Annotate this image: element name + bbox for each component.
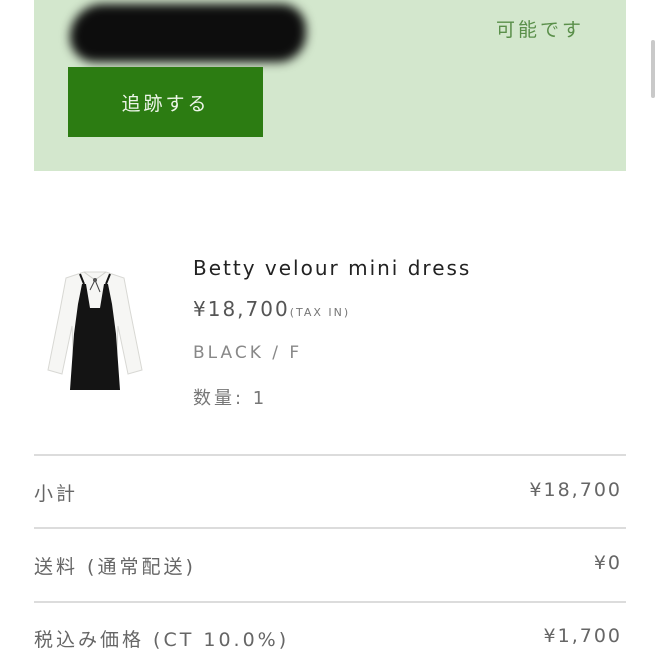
product-quantity: 数量: 1 — [193, 388, 268, 409]
product-image — [44, 270, 146, 398]
subtotal-value: ¥18,700 — [529, 479, 622, 501]
tax-value: ¥1,700 — [543, 625, 622, 647]
tax-note: (TAX IN) — [289, 306, 351, 319]
scrollbar-thumb[interactable] — [651, 40, 655, 98]
dress-illustration-icon — [47, 271, 143, 390]
tax-label: 税込み価格 (CT 10.0%) — [34, 629, 290, 651]
track-shipment-button[interactable]: 追跡する — [68, 67, 263, 137]
divider — [34, 601, 626, 603]
divider — [34, 454, 626, 456]
tracking-status-text: 可能です — [496, 19, 585, 41]
order-page: 可能です 追跡する Betty velour mini dress ¥18,70… — [0, 0, 661, 661]
redacted-text-overlay — [70, 4, 306, 62]
product-name[interactable]: Betty velour mini dress — [193, 256, 471, 280]
product-variant: BLACK / F — [193, 343, 303, 363]
subtotal-label: 小計 — [34, 483, 79, 505]
price-amount: ¥18,700 — [193, 297, 290, 321]
divider — [34, 527, 626, 529]
product-price: ¥18,700(TAX IN) — [193, 297, 350, 321]
shipping-value: ¥0 — [593, 552, 622, 574]
shipping-label: 送料 (通常配送) — [34, 556, 196, 578]
